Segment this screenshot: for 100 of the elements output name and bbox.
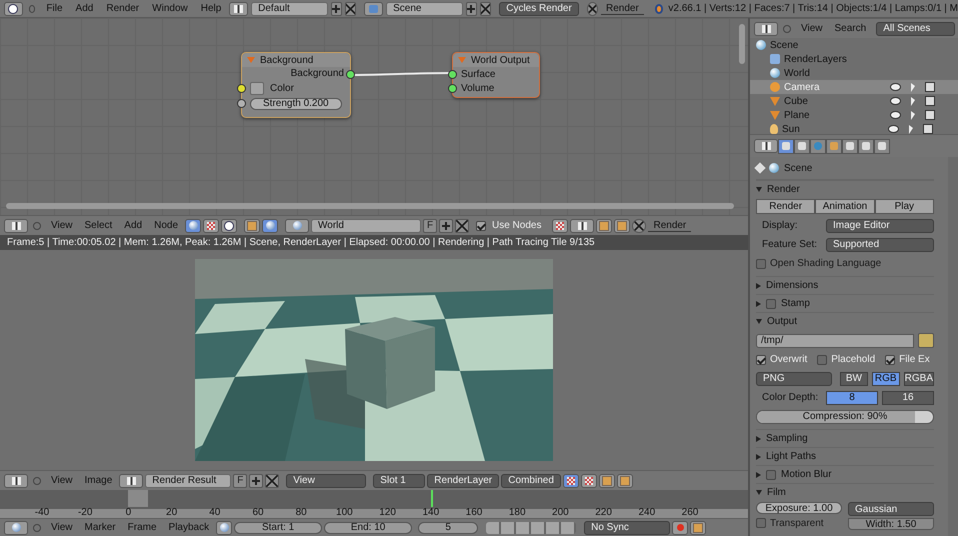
output-socket-icon[interactable]: [346, 70, 355, 79]
visibility-icon[interactable]: [890, 111, 901, 119]
object-tab[interactable]: [826, 138, 842, 154]
image-field[interactable]: Render Result: [145, 474, 232, 488]
render-button[interactable]: Render: [756, 199, 816, 214]
panel-header[interactable]: Light Paths: [756, 447, 934, 465]
disclosure-icon[interactable]: [756, 319, 762, 324]
add-icon[interactable]: [330, 2, 342, 16]
disclosure-icon[interactable]: [756, 472, 761, 478]
object-icon[interactable]: [244, 218, 260, 232]
render-tab[interactable]: [778, 138, 794, 154]
fake-user-button[interactable]: F: [233, 474, 248, 488]
panel-header[interactable]: Sampling: [756, 429, 934, 447]
view-dropdown[interactable]: View: [286, 474, 366, 488]
menu-item[interactable]: Playback: [164, 522, 214, 533]
current-frame-line[interactable]: [430, 490, 433, 507]
folder-icon[interactable]: [918, 333, 934, 348]
file-format-dropdown[interactable]: PNG: [756, 372, 832, 386]
modifiers-tab[interactable]: [858, 138, 874, 154]
scrollbar[interactable]: [739, 24, 745, 64]
display-mode-dropdown[interactable]: All Scenes: [876, 22, 955, 36]
current-frame-field[interactable]: 5: [418, 522, 478, 534]
close-icon[interactable]: [265, 474, 280, 488]
disclosure-icon[interactable]: [756, 436, 761, 442]
render-button[interactable]: Play: [874, 199, 934, 214]
scrollbar[interactable]: [6, 203, 734, 209]
sync-dropdown[interactable]: No Sync: [584, 520, 670, 534]
color-swatch[interactable]: [250, 82, 264, 95]
menu-item[interactable]: View: [796, 23, 828, 34]
checkbox[interactable]: [756, 518, 766, 528]
panel-header[interactable]: Motion Blur: [756, 465, 934, 483]
menu-item[interactable]: Frame: [122, 522, 162, 533]
scene-tab[interactable]: [794, 138, 810, 154]
checkbox[interactable]: [756, 258, 766, 268]
panel-header[interactable]: Render: [756, 180, 934, 198]
slot-dropdown[interactable]: Slot 1: [373, 474, 426, 488]
panel-header[interactable]: Stamp: [756, 294, 934, 312]
menu-item[interactable]: Marker: [80, 522, 121, 533]
add-icon[interactable]: [439, 218, 453, 232]
add-icon[interactable]: [466, 2, 478, 16]
color-mode-button[interactable]: BW: [840, 372, 868, 386]
menu-item[interactable]: View: [46, 522, 78, 533]
color-mode-button[interactable]: RGBA: [904, 372, 934, 386]
disclosure-icon[interactable]: [756, 282, 761, 288]
pass-dropdown[interactable]: Combined: [501, 474, 562, 488]
panel-header[interactable]: Dimensions: [756, 276, 934, 294]
checkbox[interactable]: [817, 354, 828, 364]
layer-dropdown[interactable]: RenderLayer: [427, 474, 500, 488]
checkbox[interactable]: [885, 354, 896, 364]
render-tab[interactable]: Render: [601, 2, 644, 14]
disclosure-icon[interactable]: [756, 187, 762, 192]
checkbox[interactable]: [756, 354, 766, 364]
menu-item[interactable]: View: [46, 220, 78, 231]
world-field[interactable]: World: [311, 218, 421, 232]
disclosure-icon[interactable]: [756, 454, 761, 460]
close-icon[interactable]: [345, 2, 356, 16]
outliner-row[interactable]: World: [750, 66, 958, 80]
constraints-tab[interactable]: [842, 138, 858, 154]
menu-item[interactable]: View: [46, 475, 78, 486]
display-dropdown[interactable]: Image Editor: [826, 218, 934, 232]
record-icon[interactable]: [672, 520, 688, 534]
outliner-row[interactable]: Camera: [750, 80, 958, 94]
menu-item[interactable]: Window: [147, 3, 193, 14]
menu-item[interactable]: Image: [80, 475, 118, 486]
timeline-ruler[interactable]: -40 -20 0 20 40 60 80 100 120 140 160 180 200 220 240 260: [0, 490, 748, 518]
filter-dropdown[interactable]: Gaussian: [848, 502, 934, 516]
close-icon[interactable]: [455, 218, 469, 232]
exposure-field[interactable]: Exposure: 1.00: [756, 502, 842, 514]
menu-item[interactable]: Add: [119, 220, 148, 231]
menu-item[interactable]: Help: [196, 3, 226, 14]
panel-header[interactable]: Film: [756, 483, 934, 501]
menu-item[interactable]: Select: [80, 220, 118, 231]
close-icon[interactable]: [632, 218, 646, 232]
world-icon[interactable]: [262, 218, 278, 232]
visibility-icon[interactable]: [890, 97, 901, 105]
strength-field[interactable]: Strength 0.200: [250, 98, 342, 110]
outliner-row[interactable]: RenderLayers: [750, 52, 958, 66]
add-icon[interactable]: [249, 474, 264, 488]
render-tab[interactable]: Render: [648, 220, 692, 232]
checkbox[interactable]: [766, 298, 776, 308]
panel-header[interactable]: Output: [756, 312, 934, 330]
scene-field[interactable]: Scene: [386, 2, 463, 16]
compression-slider[interactable]: Compression: 90%: [756, 410, 934, 424]
pin-icon[interactable]: [754, 162, 766, 174]
color-depth-button[interactable]: 16: [882, 390, 934, 404]
color-mode-button[interactable]: RGB: [872, 372, 900, 386]
engine-dropdown[interactable]: Cycles Render: [499, 2, 579, 16]
checkbox[interactable]: [476, 220, 486, 230]
disclosure-icon[interactable]: [756, 490, 762, 495]
menu-item[interactable]: Add: [70, 3, 98, 14]
disclosure-icon[interactable]: [756, 300, 761, 306]
close-icon[interactable]: [586, 2, 598, 16]
texture-icon[interactable]: [203, 218, 219, 232]
end-frame-field[interactable]: End: 10: [324, 522, 412, 534]
data-tab[interactable]: [874, 138, 890, 154]
fake-user-button[interactable]: F: [423, 218, 437, 232]
menu-item[interactable]: Render: [101, 3, 144, 14]
visibility-icon[interactable]: [890, 83, 901, 91]
menu-item[interactable]: Node: [149, 220, 183, 231]
outliner-row[interactable]: Scene: [750, 38, 958, 52]
